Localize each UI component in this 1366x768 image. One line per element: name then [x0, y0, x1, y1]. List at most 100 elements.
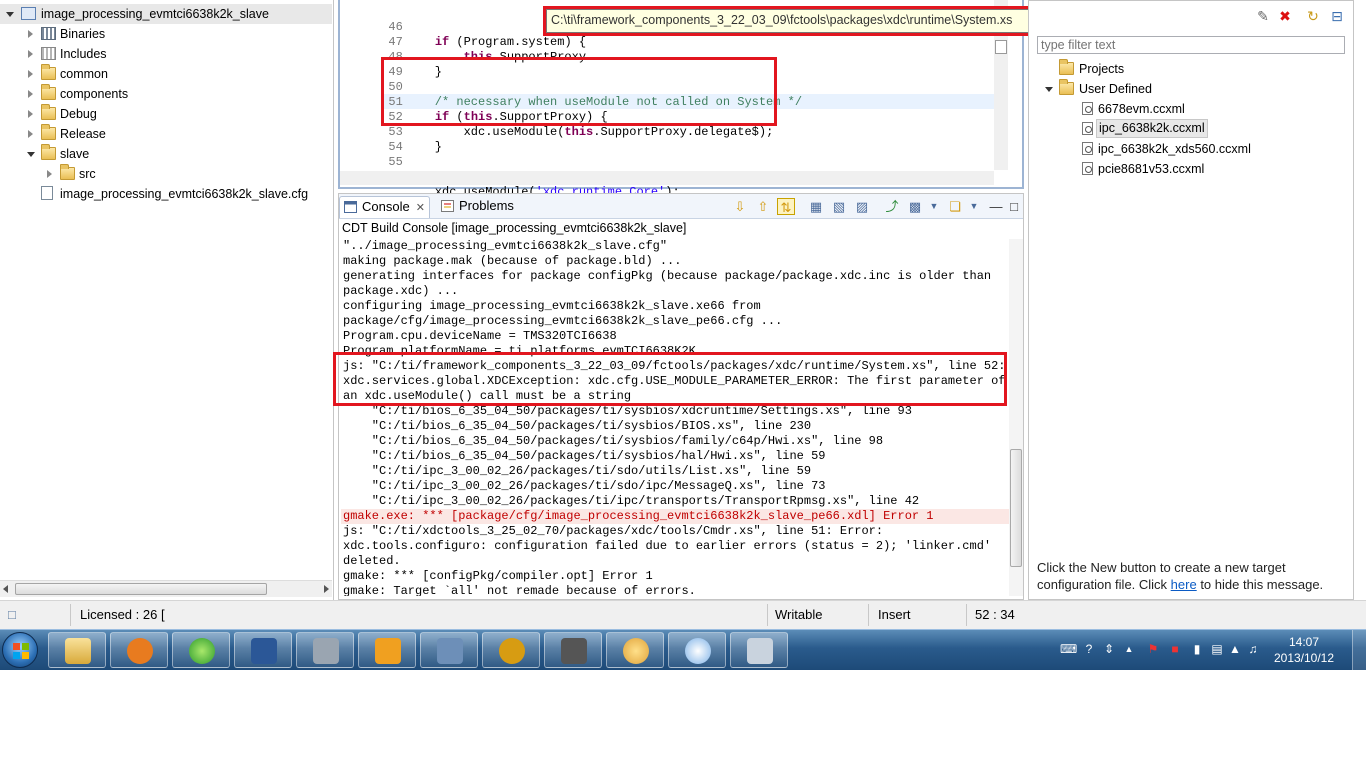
media-player-taskbar-button[interactable]: [110, 632, 168, 668]
cmd-taskbar-button[interactable]: [544, 632, 602, 668]
filter-input[interactable]: [1037, 36, 1345, 54]
tree-row-debug[interactable]: Debug: [0, 104, 330, 124]
chevron-down-icon[interactable]: ▼: [925, 198, 943, 215]
flag-icon[interactable]: ⚑: [1146, 642, 1160, 656]
tab-problems[interactable]: Problems: [437, 196, 518, 218]
expand-toggle-icon[interactable]: [28, 50, 33, 58]
help-message: Click the New button to create a new tar…: [1037, 559, 1353, 593]
show-hidden-icons-icon[interactable]: ▲: [1122, 642, 1136, 656]
new-config-icon[interactable]: ✎: [1255, 8, 1271, 24]
network-icon[interactable]: ▲: [1228, 642, 1242, 656]
editor-horizontal-scrollbar[interactable]: [340, 171, 994, 185]
code-line[interactable]: 48 }: [340, 35, 442, 79]
code-line[interactable]: 46 if (Program.system) {: [340, 5, 586, 49]
expand-toggle-icon[interactable]: [28, 30, 33, 38]
expand-toggle-icon[interactable]: [28, 110, 33, 118]
tree-row-common[interactable]: common: [0, 64, 330, 84]
expand-toggle-icon[interactable]: [27, 152, 35, 157]
chevron-down-icon[interactable]: ▼: [965, 198, 983, 215]
scrollbar-thumb[interactable]: [15, 583, 267, 595]
network-taskbar-button[interactable]: [420, 632, 478, 668]
close-icon[interactable]: ✕: [416, 202, 425, 214]
clock-app-taskbar-button[interactable]: [668, 632, 726, 668]
console-output[interactable]: "../image_processing_evmtci6638k2k_slave…: [341, 239, 1009, 596]
tab-label: Problems: [459, 198, 514, 213]
delete-icon[interactable]: ✖: [1277, 8, 1293, 24]
language-icon[interactable]: ⇕: [1102, 642, 1116, 656]
refresh-icon[interactable]: ↻: [1305, 8, 1321, 24]
tree-row-binaries[interactable]: Binaries: [0, 24, 330, 44]
tree-row-components[interactable]: components: [0, 84, 330, 104]
expand-toggle-icon[interactable]: [47, 170, 52, 178]
explorer-taskbar-button[interactable]: [48, 632, 106, 668]
collapse-all-icon[interactable]: ⊟: [1329, 8, 1345, 24]
tree-row-release[interactable]: Release: [0, 124, 330, 144]
tree-row-user-defined[interactable]: User Defined: [1039, 79, 1339, 99]
scroll-lock-icon[interactable]: ⇅: [777, 198, 795, 215]
tree-row-src[interactable]: src: [0, 164, 330, 184]
tree-row-ccxml[interactable]: ipc_6638k2k.ccxml: [1039, 119, 1339, 139]
minimize-icon[interactable]: —: [987, 198, 1005, 215]
tree-row-ccxml[interactable]: ipc_6638k2k_xds560.ccxml: [1039, 139, 1339, 159]
display-console-icon[interactable]: ▩: [906, 198, 924, 215]
copy-build-log-icon[interactable]: ▦: [807, 198, 825, 215]
paint-taskbar-button[interactable]: [606, 632, 664, 668]
expand-toggle-icon[interactable]: [6, 12, 14, 17]
console-line: gmake: Target `all' not remade because o…: [343, 584, 696, 596]
tree-row-includes[interactable]: Includes: [0, 44, 330, 64]
show-desktop-button[interactable]: [1352, 630, 1366, 671]
code-line[interactable]: 51 if (this.SupportProxy) {: [340, 80, 607, 124]
signal-icon[interactable]: ▤: [1210, 642, 1224, 656]
calculator-taskbar-button[interactable]: [730, 632, 788, 668]
expand-toggle-icon[interactable]: [28, 130, 33, 138]
tree-row-projects[interactable]: Projects: [1039, 59, 1339, 79]
code-line[interactable]: 49: [340, 50, 402, 79]
code-line[interactable]: 52 xdc.useModule(this.SupportProxy.deleg…: [340, 95, 773, 139]
code-line[interactable]: 56 xdc.useModule('xdc.runtime.Core');: [340, 155, 679, 199]
code-line[interactable]: 54: [340, 125, 402, 154]
expand-toggle-icon[interactable]: [28, 70, 33, 78]
code-line[interactable]: 53 }: [340, 110, 442, 154]
tree-row-slave[interactable]: slave: [0, 144, 330, 164]
tree-row-project[interactable]: image_processing_evmtci6638k2k_slave: [0, 4, 332, 24]
device-icon[interactable]: ▮: [1190, 642, 1204, 656]
expand-toggle-icon[interactable]: [1045, 87, 1053, 92]
tree-row-ccxml[interactable]: pcie8681v53.ccxml: [1039, 159, 1339, 179]
tree-label: image_processing_evmtci6638k2k_slave.cfg: [60, 187, 309, 201]
tree-row-ccxml[interactable]: 6678evm.ccxml: [1039, 99, 1339, 119]
clock[interactable]: 14:07 2013/10/12: [1264, 634, 1344, 666]
volume-icon[interactable]: ♫: [1246, 642, 1260, 656]
browser-taskbar-button[interactable]: [172, 632, 230, 668]
next-error-icon[interactable]: ⇩: [731, 198, 749, 215]
word-taskbar-button[interactable]: [234, 632, 292, 668]
code-line[interactable]: 47 this.SupportProxy: [340, 20, 586, 64]
tab-console[interactable]: Console ✕: [339, 196, 430, 218]
fast-view-icon[interactable]: □: [8, 607, 16, 622]
scroll-right-icon[interactable]: [324, 585, 329, 593]
ccs-taskbar-button[interactable]: [358, 632, 416, 668]
maximize-icon[interactable]: □: [1005, 198, 1023, 215]
console-line: Program.cpu.deviceName = TMS320TCI6638: [343, 329, 617, 343]
start-button[interactable]: [2, 632, 38, 668]
code-line[interactable]: 50 /* necessary when useModule not calle…: [340, 65, 802, 109]
expand-toggle-icon[interactable]: [28, 90, 33, 98]
previous-error-icon[interactable]: ⇧: [754, 198, 772, 215]
console-vertical-scrollbar[interactable]: [1009, 239, 1023, 596]
clear-console-icon[interactable]: ▧: [830, 198, 848, 215]
help-icon[interactable]: ?: [1082, 642, 1096, 656]
scrollbar-thumb[interactable]: [1010, 449, 1022, 567]
keyboard-icon[interactable]: ⌨: [1060, 642, 1077, 656]
app-taskbar-button[interactable]: [296, 632, 354, 668]
ultraedit-taskbar-button[interactable]: [482, 632, 540, 668]
pdf-icon[interactable]: ■: [1168, 642, 1182, 656]
open-console-icon[interactable]: ❏: [946, 198, 964, 215]
code-line[interactable]: 55 xdc.useModule('xdc.runtime.Assert');: [340, 140, 694, 184]
tree-row-cfg-file[interactable]: image_processing_evmtci6638k2k_slave.cfg: [0, 184, 330, 204]
scrollbar-thumb[interactable]: [995, 40, 1007, 54]
hide-message-link[interactable]: here: [1171, 577, 1197, 592]
scroll-left-icon[interactable]: [3, 585, 8, 593]
explorer-horizontal-scrollbar[interactable]: [0, 580, 332, 597]
remove-console-icon[interactable]: ▨: [853, 198, 871, 215]
pin-console-icon[interactable]: ⤴: [883, 198, 901, 215]
console-line: configuring image_processing_evmtci6638k…: [343, 299, 761, 313]
